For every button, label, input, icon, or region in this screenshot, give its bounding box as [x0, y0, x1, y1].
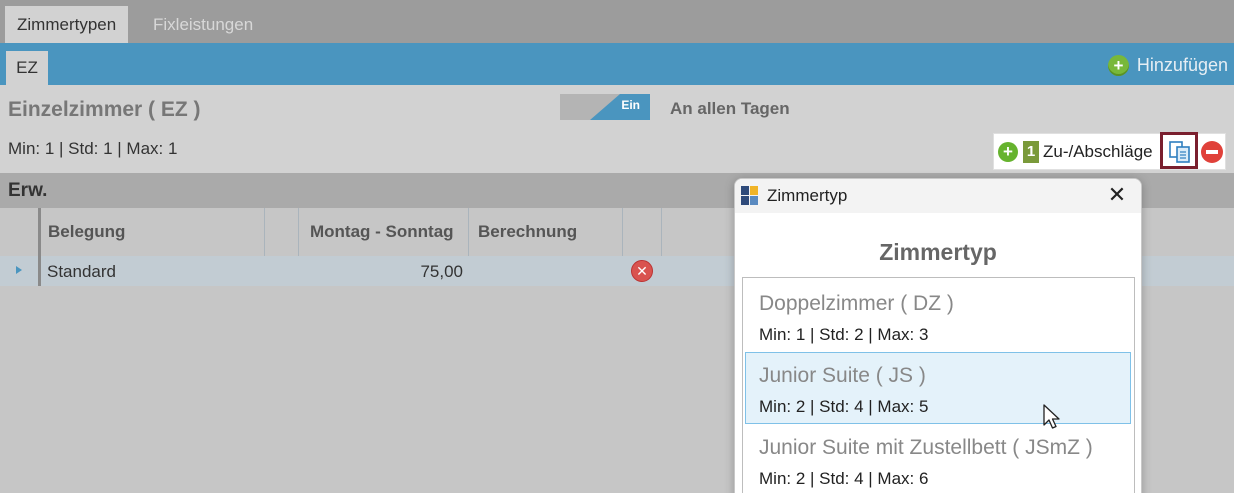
close-icon[interactable]: ✕ — [1105, 183, 1129, 207]
cell-price[interactable]: 75,00 — [300, 262, 463, 282]
room-type-dialog: Zimmertyp ✕ Zimmertyp Doppelzimmer ( DZ … — [734, 178, 1142, 493]
list-item-minmax: Min: 1 | Std: 2 | Max: 3 — [759, 325, 929, 344]
remove-icon[interactable] — [1201, 141, 1223, 163]
active-toggle[interactable]: Ein — [560, 94, 650, 120]
surcharge-count-badge: 1 — [1023, 141, 1039, 163]
row-expand-icon[interactable] — [16, 266, 22, 274]
dialog-window-title: Zimmertyp — [767, 186, 848, 205]
list-item-name: Junior Suite ( JS ) — [759, 364, 926, 387]
list-item-minmax: Min: 2 | Std: 4 | Max: 6 — [759, 469, 929, 488]
mouse-cursor-icon — [1043, 404, 1060, 429]
room-type-list[interactable]: Doppelzimmer ( DZ ) Min: 1 | Std: 2 | Ma… — [742, 277, 1135, 493]
column-separator — [661, 208, 662, 256]
add-surcharge-icon[interactable]: + — [998, 142, 1018, 162]
toggle-on-label: Ein — [590, 94, 650, 120]
list-item[interactable]: Junior Suite mit Zustellbett ( JSmZ ) Mi… — [745, 424, 1131, 493]
top-tab-bar: Zimmertypen Fixleistungen — [0, 0, 1234, 43]
add-button-label: Hinzufügen — [1136, 54, 1228, 75]
room-title: Einzelzimmer ( EZ ) — [8, 98, 201, 121]
tab-zimmertypen[interactable]: Zimmertypen — [5, 6, 129, 43]
surcharge-toolbar: + 1 Zu-/Abschläge — [993, 132, 1226, 170]
tab-fixleistungen[interactable]: Fixleistungen — [141, 6, 265, 43]
column-header-montag-sonntag[interactable]: Montag - Sonntag — [310, 222, 454, 242]
room-tab-bar: EZ + Hinzufügen — [0, 43, 1234, 85]
room-minmax: Min: 1 | Std: 1 | Max: 1 — [8, 139, 178, 158]
dialog-titlebar: Zimmertyp ✕ — [735, 179, 1141, 213]
column-separator — [298, 208, 299, 256]
delete-row-icon[interactable]: ✕ — [631, 260, 653, 282]
row-indicator-bar — [38, 208, 41, 286]
list-item[interactable]: Doppelzimmer ( DZ ) Min: 1 | Std: 2 | Ma… — [745, 280, 1131, 352]
list-item-name: Doppelzimmer ( DZ ) — [759, 292, 954, 315]
column-header-belegung[interactable]: Belegung — [48, 222, 125, 242]
column-separator — [264, 208, 265, 256]
column-separator — [468, 208, 469, 256]
copy-button[interactable] — [1160, 132, 1198, 169]
dialog-heading: Zimmertyp — [879, 239, 997, 265]
add-button[interactable]: + Hinzufügen — [1107, 53, 1228, 77]
list-item-name: Junior Suite mit Zustellbett ( JSmZ ) — [759, 436, 1093, 459]
copy-icon — [1169, 141, 1190, 163]
section-erw-label: Erw. — [8, 180, 48, 201]
column-separator — [622, 208, 623, 256]
days-label: An allen Tagen — [670, 99, 790, 118]
cell-belegung: Standard — [47, 262, 116, 281]
tab-ez[interactable]: EZ — [6, 51, 48, 85]
column-header-berechnung[interactable]: Berechnung — [478, 222, 577, 242]
list-item[interactable]: Junior Suite ( JS ) Min: 2 | Std: 4 | Ma… — [745, 352, 1131, 424]
surcharge-label: Zu-/Abschläge — [1043, 142, 1153, 161]
room-header: Einzelzimmer ( EZ ) Ein An allen Tagen M… — [0, 85, 1234, 173]
list-item-minmax: Min: 2 | Std: 4 | Max: 5 — [759, 397, 929, 416]
plus-icon: + — [1107, 54, 1129, 76]
app-icon — [741, 186, 759, 206]
